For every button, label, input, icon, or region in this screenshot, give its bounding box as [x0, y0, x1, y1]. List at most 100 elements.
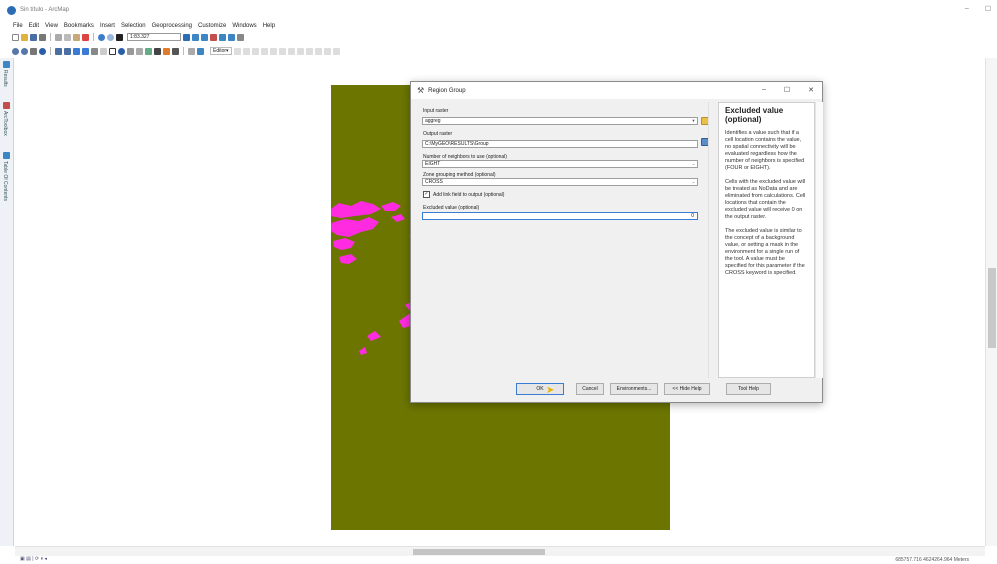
dialog-close-button[interactable]: ✕ [808, 86, 814, 94]
open-folder-icon[interactable] [21, 33, 28, 41]
menu-geoprocessing[interactable]: Geoprocessing [152, 23, 192, 29]
horizontal-scrollbar[interactable] [15, 546, 985, 556]
dialog-minimize-button[interactable]: – [762, 86, 766, 94]
forward-extent-icon[interactable] [82, 47, 89, 55]
add-data-icon[interactable] [116, 33, 123, 41]
tool-help-button[interactable]: Tool Help [726, 383, 771, 395]
back-extent-icon[interactable] [73, 47, 80, 55]
minimize-button[interactable]: – [965, 5, 969, 13]
hide-help-button[interactable]: << Hide Help [664, 383, 710, 395]
fixed-zoom-out-icon[interactable] [64, 47, 71, 55]
measure-icon[interactable] [145, 47, 152, 55]
editor-toolbar-icon[interactable] [183, 33, 190, 41]
find-route-icon[interactable] [163, 47, 170, 55]
attributes-icon[interactable] [314, 47, 322, 55]
identify-icon[interactable] [118, 47, 125, 55]
arctoolbox-icon[interactable] [219, 33, 226, 41]
catalog-icon[interactable] [201, 33, 208, 41]
input-raster-label: Input raster [423, 108, 449, 114]
delete-icon[interactable] [82, 33, 89, 41]
cut-icon[interactable] [55, 33, 62, 41]
toolbar-separator [50, 33, 51, 41]
save-icon[interactable] [30, 33, 37, 41]
go-to-xy-icon[interactable] [172, 47, 179, 55]
horizontal-scroll-thumb[interactable] [413, 549, 545, 555]
layout-view-controls[interactable]: ▣ ▤ | ⟳ ⏸ ◂ [20, 556, 47, 562]
select-elements-icon[interactable] [109, 47, 116, 55]
straight-segment-icon[interactable] [251, 47, 259, 55]
table-of-contents-icon[interactable] [3, 152, 10, 159]
search-window-icon[interactable] [210, 33, 217, 41]
new-document-icon[interactable] [12, 33, 19, 41]
model-builder-icon[interactable] [237, 33, 244, 41]
reshape-icon[interactable] [278, 47, 286, 55]
chevron-down-icon[interactable]: ⌄ [690, 161, 697, 167]
pan-icon[interactable] [30, 47, 37, 55]
cut-polygons-icon[interactable] [287, 47, 295, 55]
arctoolbox-icon[interactable] [3, 102, 10, 109]
edit-annotation-icon[interactable] [242, 47, 250, 55]
create-viewer-icon[interactable] [197, 47, 204, 55]
input-raster-field[interactable]: aggreg ▼ [422, 117, 698, 125]
select-features-icon[interactable] [91, 47, 98, 55]
output-raster-field[interactable]: C:\MyGEO\RESULTS\Group [422, 140, 698, 148]
html-popup-icon[interactable] [136, 47, 143, 55]
dock-tab-results[interactable]: Results [2, 70, 8, 87]
menu-windows[interactable]: Windows [232, 23, 256, 29]
zoom-out-icon[interactable] [21, 47, 28, 55]
full-extent-icon[interactable] [39, 47, 46, 55]
menu-file[interactable]: File [13, 23, 23, 29]
time-slider-icon[interactable] [188, 47, 195, 55]
print-icon[interactable] [39, 33, 46, 41]
add-link-checkbox[interactable]: ✓ [423, 191, 430, 198]
trace-icon[interactable] [260, 47, 268, 55]
clear-selection-icon[interactable] [100, 47, 107, 55]
redo-icon[interactable] [107, 33, 114, 41]
chevron-down-icon[interactable]: ⌄ [690, 179, 697, 185]
edit-tool-icon[interactable] [233, 47, 241, 55]
cancel-button[interactable]: Cancel [576, 383, 604, 395]
copy-icon[interactable] [64, 33, 71, 41]
map-scale-input[interactable]: 1:83.327 [127, 33, 181, 41]
menu-help[interactable]: Help [263, 23, 275, 29]
split-icon[interactable] [296, 47, 304, 55]
table-of-contents-icon[interactable] [192, 33, 199, 41]
rotate-icon[interactable] [305, 47, 313, 55]
menu-customize[interactable]: Customize [198, 23, 226, 29]
status-bar: ▣ ▤ | ⟳ ⏸ ◂ 685757.716 4624264.964 Meter… [0, 556, 997, 564]
menu-selection[interactable]: Selection [121, 23, 146, 29]
ok-button[interactable]: OK [516, 383, 564, 395]
menu-view[interactable]: View [45, 23, 58, 29]
sketch-properties-icon[interactable] [323, 47, 331, 55]
neighbors-select[interactable]: EIGHT ⌄ [422, 160, 698, 168]
zoom-in-icon[interactable] [12, 47, 19, 55]
create-features-icon[interactable] [332, 47, 340, 55]
dialog-maximize-button[interactable]: ☐ [784, 86, 790, 94]
chevron-down-icon[interactable]: ▼ [690, 118, 697, 124]
vertical-scrollbar[interactable] [985, 58, 997, 546]
help-scrollbar[interactable] [815, 102, 823, 378]
maximize-button[interactable]: ☐ [985, 5, 991, 13]
vertical-scroll-thumb[interactable] [988, 268, 996, 348]
python-window-icon[interactable] [228, 33, 235, 41]
menu-bookmarks[interactable]: Bookmarks [64, 23, 94, 29]
paste-icon[interactable] [73, 33, 80, 41]
output-raster-label: Output raster [423, 131, 453, 137]
menu-insert[interactable]: Insert [100, 23, 115, 29]
results-icon[interactable] [3, 61, 10, 68]
find-icon[interactable] [154, 47, 161, 55]
hyperlink-icon[interactable] [127, 47, 134, 55]
environments-button[interactable]: Environments... [610, 383, 658, 395]
dock-tab-arctoolbox[interactable]: ArcToolbox [2, 111, 8, 136]
grouping-select[interactable]: CROSS ⌄ [422, 178, 698, 186]
dock-tab-table-of-contents[interactable]: Table Of Contents [2, 161, 8, 201]
edit-vertices-icon[interactable] [269, 47, 277, 55]
fixed-zoom-in-icon[interactable] [55, 47, 62, 55]
editor-menu-button[interactable]: Editor▾ [210, 47, 232, 55]
undo-icon[interactable] [98, 33, 105, 41]
parameters-scrollbar[interactable] [708, 102, 717, 378]
tools-toolbar: Editor▾ [12, 46, 340, 56]
menu-edit[interactable]: Edit [29, 23, 39, 29]
excluded-value-input[interactable]: 0 [422, 212, 698, 220]
dialog-title-bar[interactable]: ⚒ Region Group – ☐ ✕ [411, 82, 822, 99]
